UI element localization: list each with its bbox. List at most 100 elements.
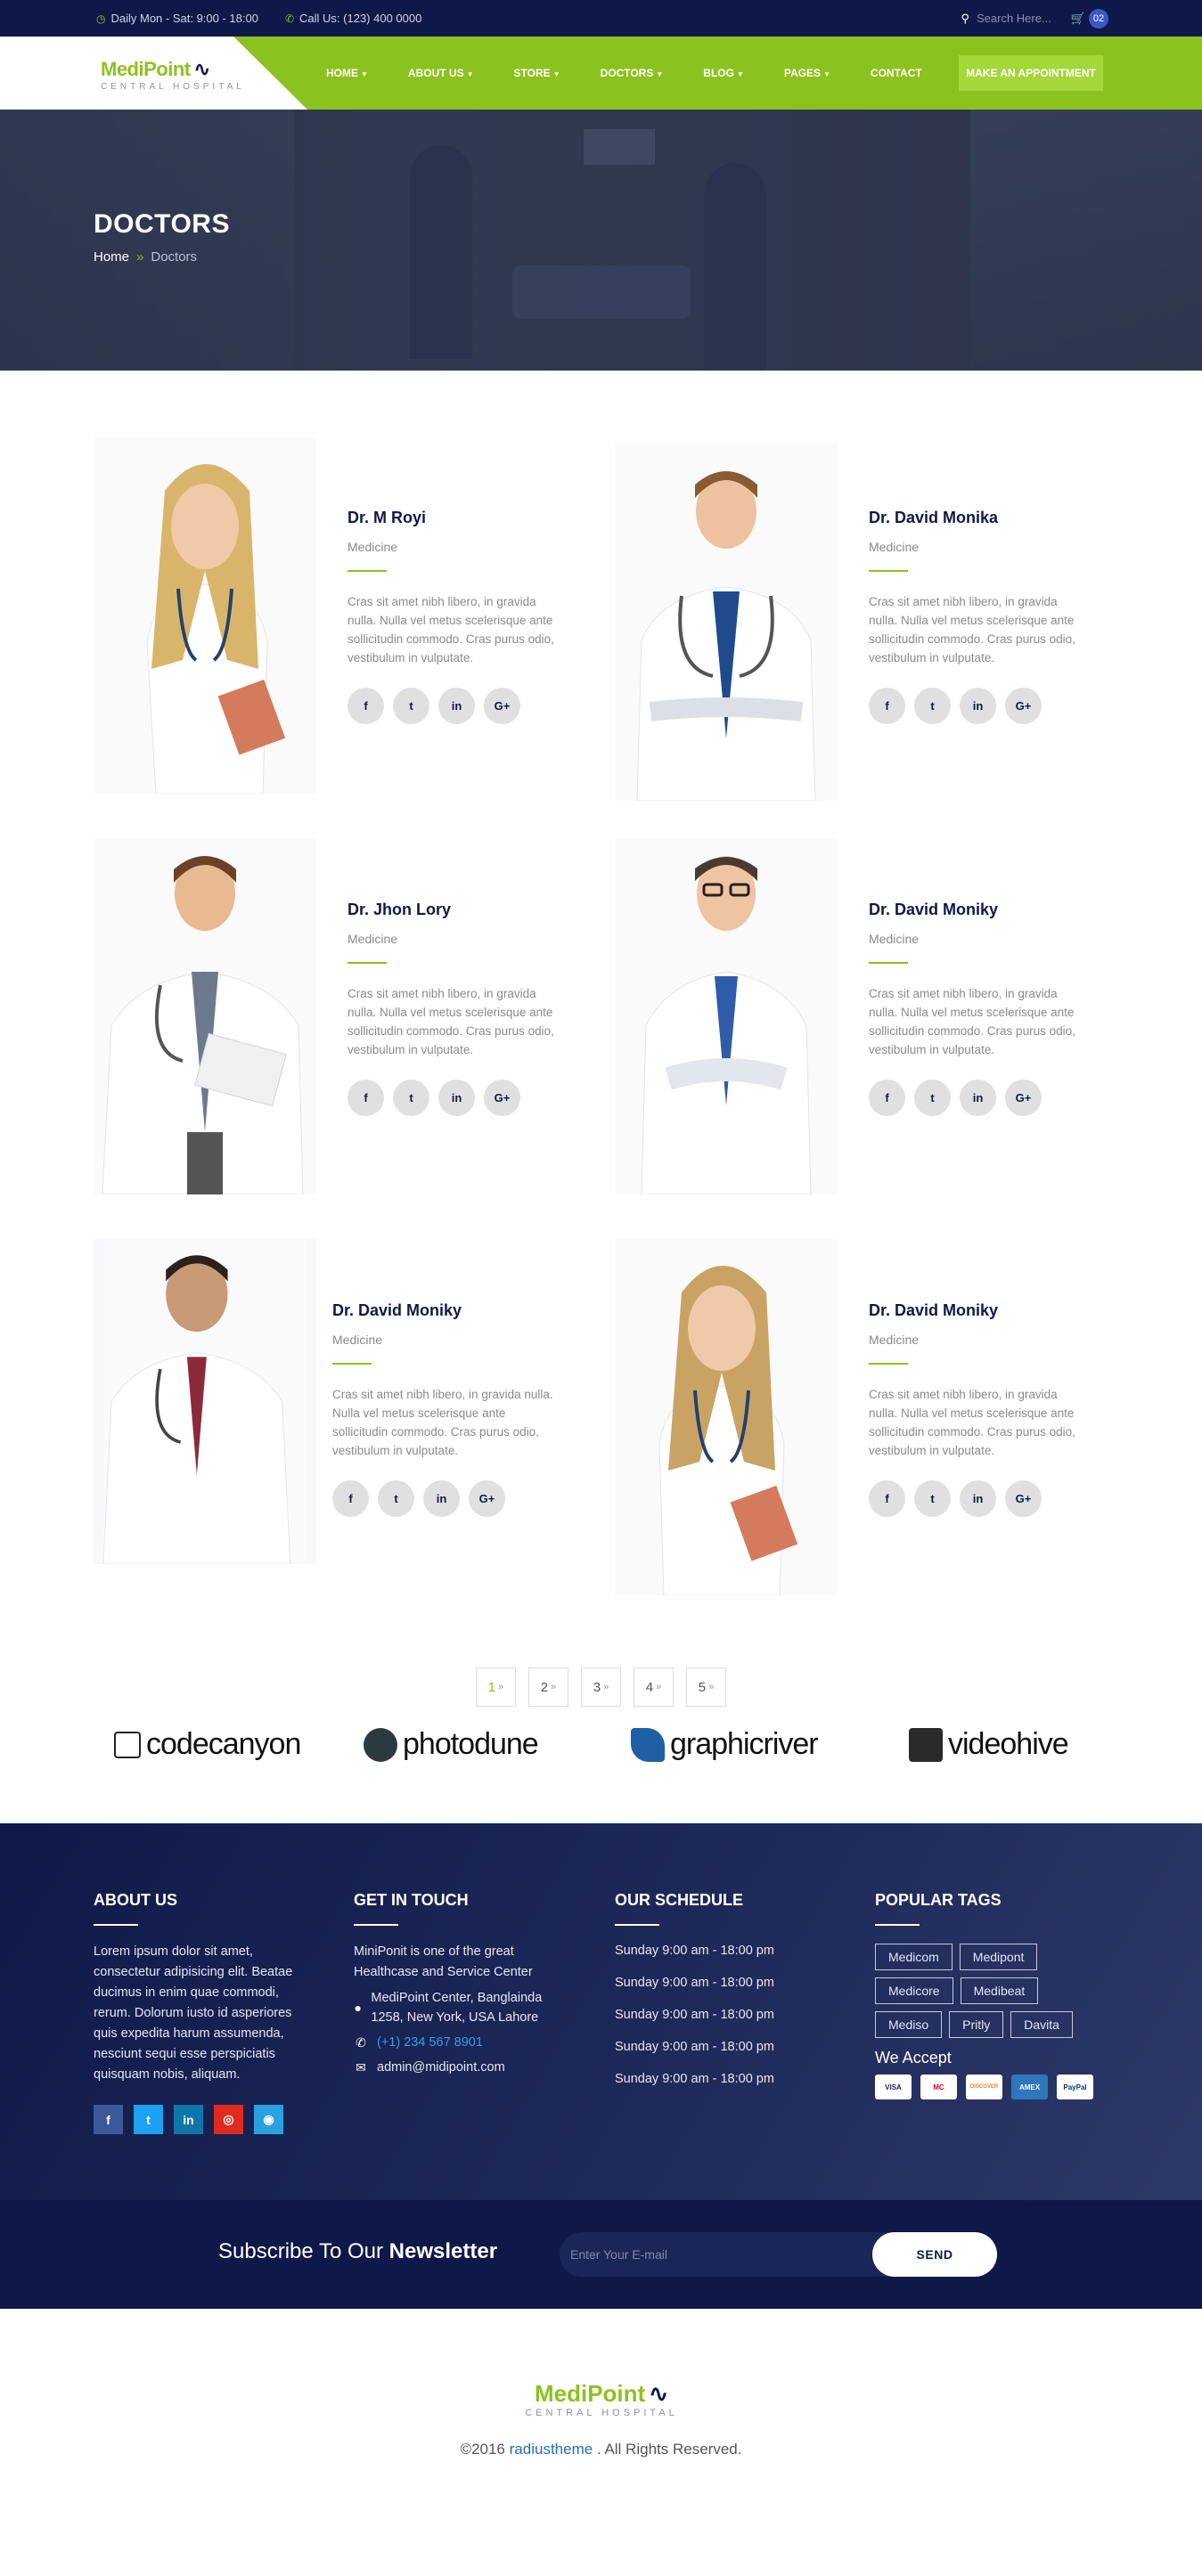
linkedin-icon[interactable]: in <box>438 1080 475 1116</box>
facebook-icon[interactable]: f <box>332 1480 369 1517</box>
paypal-icon: PayPal <box>1057 2075 1093 2099</box>
tag-link[interactable]: Medicore <box>875 1977 953 2004</box>
send-button[interactable]: SEND <box>872 2232 997 2277</box>
twitter-icon[interactable]: t <box>134 2105 163 2134</box>
newsletter-section: Subscribe To Our Newsletter SEND <box>0 2200 1202 2309</box>
nav-pages[interactable]: PAGES ▼ <box>784 67 830 79</box>
nav-store[interactable]: STORE ▼ <box>514 67 560 79</box>
doctor-name[interactable]: Dr. David Moniky <box>869 1301 1083 1320</box>
twitter-icon[interactable]: t <box>914 1080 951 1116</box>
breadcrumb-home[interactable]: Home <box>94 249 129 265</box>
linkedin-icon[interactable]: in <box>960 688 996 724</box>
caret-down-icon: ▼ <box>736 70 744 78</box>
tag-link[interactable]: Medicom <box>875 1944 953 1970</box>
facebook-icon[interactable]: f <box>348 1080 384 1116</box>
facebook-icon[interactable]: f <box>869 1080 905 1116</box>
make-appointment-button[interactable]: MAKE AN APPOINTMENT <box>959 55 1103 91</box>
linkedin-icon[interactable]: in <box>960 1080 996 1116</box>
male-doctor-photo <box>615 444 838 801</box>
nav-about[interactable]: ABOUT US ▼ <box>408 67 474 79</box>
twitter-icon[interactable]: t <box>393 688 429 724</box>
twitter-icon[interactable]: t <box>914 1480 951 1517</box>
doctor-card: Dr. Jhon Lory Medicine Cras sit amet nib… <box>94 838 593 1194</box>
male-doctor-glasses-photo <box>615 838 838 1194</box>
tag-link[interactable]: Davita <box>1010 2011 1073 2038</box>
doctor-card: Dr. David Monika Medicine Cras sit amet … <box>615 437 1114 801</box>
cart-icon[interactable]: 🛒 <box>1071 12 1085 26</box>
google-plus-icon[interactable]: G+ <box>484 688 520 724</box>
caret-down-icon: ▼ <box>552 70 560 78</box>
linkedin-icon[interactable]: in <box>174 2105 203 2134</box>
tag-link[interactable]: Mediso <box>875 2011 943 2038</box>
logo-name[interactable]: MediPoint <box>101 58 191 81</box>
doctor-dept: Medicine <box>869 1333 920 1347</box>
linkedin-icon[interactable]: in <box>423 1480 460 1517</box>
brand-graphicriver[interactable]: graphicriver <box>631 1727 819 1762</box>
facebook-icon[interactable]: f <box>94 2105 123 2134</box>
brand-videohive[interactable]: videohive <box>909 1727 1069 1762</box>
doctor-name[interactable]: Dr. David Moniky <box>869 901 1083 919</box>
nav-home[interactable]: HOME ▼ <box>326 67 368 79</box>
rss-icon[interactable]: ◎ <box>214 2105 243 2134</box>
brand-label[interactable]: codecanyon <box>146 1727 301 1762</box>
doctor-bio: Cras sit amet nibh libero, in gravida nu… <box>869 595 1075 664</box>
banner-overlay <box>0 110 1202 371</box>
search-icon[interactable]: ⚲ <box>961 12 969 26</box>
footer-logo[interactable]: MediPoint ∿ CENTRAL HOSPITAL <box>516 2380 687 2418</box>
brand-codecanyon[interactable]: codecanyon <box>114 1727 301 1762</box>
brand-photodune[interactable]: photodune <box>364 1727 539 1762</box>
google-plus-icon[interactable]: G+ <box>469 1480 505 1517</box>
phone-link[interactable]: (+1) 234 567 8901 <box>377 2033 483 2052</box>
male-doctor-clipboard-photo <box>94 838 316 1194</box>
schedule-row: Sunday 9:00 am - 18:00 pm <box>615 2072 774 2086</box>
nav-home-label[interactable]: HOME <box>326 67 358 79</box>
email-link[interactable]: admin@midipoint.com <box>377 2058 505 2077</box>
facebook-icon[interactable]: f <box>348 688 384 724</box>
twitter-icon[interactable]: t <box>914 688 951 724</box>
doctor-name[interactable]: Dr. Jhon Lory <box>348 901 561 919</box>
footer-logo-name[interactable]: MediPoint <box>535 2380 645 2408</box>
copyright-brand-link[interactable]: radiustheme <box>510 2441 593 2458</box>
search-placeholder[interactable]: Search Here... <box>977 12 1051 25</box>
site-logo[interactable]: MediPoint ∿ CENTRAL HOSPITAL <box>101 58 245 92</box>
twitter-icon[interactable]: t <box>393 1080 429 1116</box>
hours-info: ◷ Daily Mon - Sat: 9:00 - 18:00 <box>96 12 258 25</box>
nav-contact[interactable]: CONTACT <box>871 67 922 79</box>
nav-doctors[interactable]: DOCTORS ▼ <box>601 67 664 79</box>
nav-pages-label[interactable]: PAGES <box>784 67 821 79</box>
tag-link[interactable]: Medibeat <box>960 1977 1039 2004</box>
nav-contact-label[interactable]: CONTACT <box>871 67 922 79</box>
nav-about-label[interactable]: ABOUT US <box>408 67 464 79</box>
doctor-name[interactable]: Dr. M Royi <box>348 509 561 527</box>
footer-about-title: ABOUT US <box>94 1891 177 1909</box>
google-plus-icon[interactable]: G+ <box>1005 1480 1042 1517</box>
divider <box>615 1924 659 1926</box>
linkedin-icon[interactable]: in <box>438 688 475 724</box>
nav-doctors-label[interactable]: DOCTORS <box>601 67 654 79</box>
doctor-bio: Cras sit amet nibh libero, in gravida nu… <box>869 1388 1075 1457</box>
nav-blog-label[interactable]: BLOG <box>703 67 734 79</box>
newsletter-email-input[interactable] <box>560 2232 863 2277</box>
doctor-name[interactable]: Dr. David Moniky <box>332 1301 555 1320</box>
brand-label[interactable]: photodune <box>403 1727 539 1762</box>
cart-button[interactable]: 🛒 02 <box>1071 8 1108 29</box>
brand-label[interactable]: videohive <box>948 1727 1069 1762</box>
pinterest-icon[interactable]: ◉ <box>254 2105 283 2134</box>
linkedin-icon[interactable]: in <box>960 1480 996 1517</box>
nav-blog[interactable]: BLOG ▼ <box>703 67 744 79</box>
brand-label[interactable]: graphicriver <box>670 1727 819 1762</box>
nav-store-label[interactable]: STORE <box>514 67 551 79</box>
tag-link[interactable]: Pritly <box>949 2011 1004 2038</box>
doctor-dept: Medicine <box>348 932 398 946</box>
google-plus-icon[interactable]: G+ <box>484 1080 520 1116</box>
footer: ABOUT US Lorem ipsum dolor sit amet, con… <box>0 1823 1202 2200</box>
divider <box>869 962 908 964</box>
google-plus-icon[interactable]: G+ <box>1005 688 1042 724</box>
google-plus-icon[interactable]: G+ <box>1005 1080 1042 1116</box>
top-search[interactable]: ⚲ Search Here... <box>961 12 1051 26</box>
facebook-icon[interactable]: f <box>869 1480 905 1517</box>
facebook-icon[interactable]: f <box>869 688 905 724</box>
doctor-name[interactable]: Dr. David Monika <box>869 509 1083 527</box>
tag-link[interactable]: Medipont <box>959 1944 1038 1970</box>
twitter-icon[interactable]: t <box>378 1480 414 1517</box>
